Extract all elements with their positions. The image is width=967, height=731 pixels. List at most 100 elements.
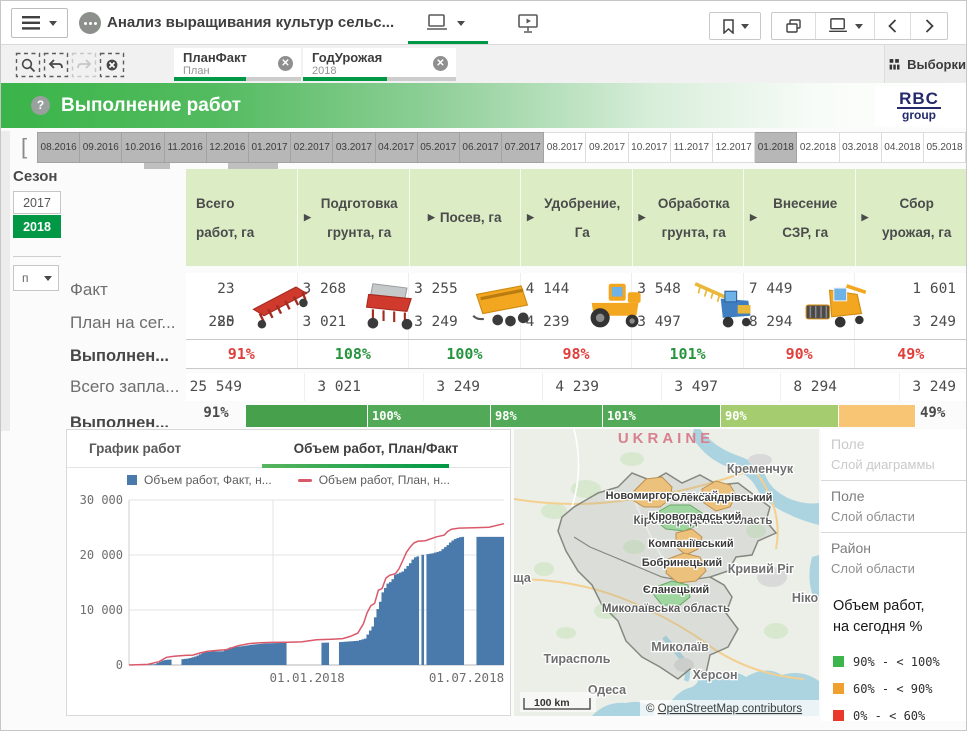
combo-chart[interactable]: 010 00020 00030 00001.01.201801.07.2018 (67, 492, 510, 717)
fact-value[interactable]: 1 601 (855, 273, 966, 306)
fact-bar[interactable] (486, 537, 489, 665)
fact-bar[interactable] (346, 642, 349, 665)
value-cell-col5[interactable]: 3 5483 497 (631, 273, 743, 339)
planned-total-col6[interactable]: 8 294 (780, 373, 899, 401)
month-cell-05.2017[interactable]: 05.2017 (418, 132, 460, 163)
fact-bar[interactable] (451, 541, 454, 665)
fact-bar[interactable] (256, 644, 259, 665)
done-pct-col3[interactable]: 100% (408, 340, 520, 368)
fact-bar[interactable] (389, 582, 392, 665)
fact-bar[interactable] (199, 654, 202, 665)
month-cell-03.2017[interactable]: 03.2017 (333, 132, 375, 163)
month-cell-04.2018[interactable]: 04.2018 (882, 132, 924, 163)
done-pct-col1[interactable]: 91% (186, 340, 297, 368)
step-back-button[interactable] (43, 52, 69, 78)
fact-bar[interactable] (396, 574, 399, 665)
fact-bar[interactable] (386, 584, 389, 665)
fact-bar[interactable] (326, 643, 329, 665)
fact-bar[interactable] (431, 553, 434, 665)
fact-bar[interactable] (261, 644, 264, 665)
fact-bar[interactable] (284, 643, 287, 665)
fact-bar[interactable] (409, 563, 412, 665)
fact-bar[interactable] (251, 645, 254, 665)
fact-bar[interactable] (376, 609, 379, 665)
fact-bar[interactable] (426, 554, 429, 665)
done-pct-col7[interactable]: 49% (854, 340, 966, 368)
fact-bar[interactable] (356, 641, 359, 665)
planned-total-col1[interactable]: 25 549 (186, 373, 304, 401)
fact-bar[interactable] (411, 560, 414, 665)
month-cell-12.2017[interactable]: 12.2017 (713, 132, 755, 163)
month-cell-08.2017[interactable]: 08.2017 (544, 132, 586, 163)
value-cell-col7[interactable]: 1 6013 249 (854, 273, 966, 339)
fact-bar[interactable] (499, 537, 502, 665)
value-cell-col1[interactable]: 23 28025 549 (186, 273, 297, 339)
fact-bar[interactable] (229, 647, 232, 665)
column-header-3[interactable]: ▶Посев, га (409, 169, 521, 266)
fact-bar[interactable] (194, 657, 197, 665)
month-cell-12.2016[interactable]: 12.2016 (207, 132, 249, 163)
fact-bar[interactable] (189, 658, 192, 665)
done-pct-col6[interactable]: 90% (743, 340, 855, 368)
done-pct-col4[interactable]: 98% (520, 340, 632, 368)
planned-total-col4[interactable]: 4 239 (542, 373, 661, 401)
fact-bar[interactable] (416, 556, 419, 665)
chip-clear-icon[interactable]: ✕ (433, 56, 448, 71)
fact-bar[interactable] (181, 659, 184, 665)
fact-bar[interactable] (374, 617, 377, 665)
fact-bar[interactable] (399, 573, 402, 665)
fact-bar[interactable] (459, 537, 462, 665)
tab-work-schedule[interactable]: График работ (67, 430, 242, 467)
fact-bar[interactable] (371, 627, 374, 666)
fact-bar[interactable] (379, 602, 382, 665)
fact-bar[interactable] (241, 646, 244, 665)
column-header-1[interactable]: Всего работ, га (186, 169, 297, 266)
fact-bar[interactable] (461, 537, 464, 665)
fact-bar[interactable] (324, 643, 327, 665)
prev-sheet-button[interactable] (874, 13, 911, 39)
layer-item-3[interactable]: РайонСлой области (821, 533, 967, 584)
sheet-selector-button[interactable] (815, 13, 874, 39)
fact-bar[interactable] (161, 661, 164, 665)
fact-bar[interactable] (366, 635, 369, 665)
fact-bar[interactable] (354, 641, 357, 665)
fact-bar[interactable] (214, 651, 217, 665)
fact-bar[interactable] (454, 539, 457, 665)
month-cell-10.2016[interactable]: 10.2016 (122, 132, 164, 163)
month-cell-05.2018[interactable]: 05.2018 (924, 132, 966, 163)
fact-bar[interactable] (151, 664, 154, 665)
chart-canvas[interactable]: 010 00020 00030 00001.01.201801.07.2018 (67, 492, 510, 712)
chip-clear-icon[interactable]: ✕ (278, 56, 293, 71)
fact-bar[interactable] (436, 552, 439, 665)
fact-bar[interactable] (169, 660, 172, 665)
fact-bar[interactable] (221, 651, 224, 665)
fact-bar[interactable] (496, 537, 499, 665)
filter-chip-ПланФакт[interactable]: ПланФактПлан✕ (174, 48, 301, 81)
filter-chip-ГодУрожая[interactable]: ГодУрожая2018✕ (303, 48, 456, 81)
fact-bar[interactable] (206, 652, 209, 665)
month-cell-04.2017[interactable]: 04.2017 (376, 132, 418, 163)
planned-total-col5[interactable]: 3 497 (661, 373, 780, 401)
month-cell-09.2016[interactable]: 09.2016 (80, 132, 122, 163)
fact-bar[interactable] (321, 643, 324, 665)
fact-bar[interactable] (444, 547, 447, 665)
fact-bar[interactable] (359, 640, 362, 665)
fact-bar[interactable] (224, 650, 227, 665)
fact-bar[interactable] (456, 538, 459, 665)
month-cell-01.2018[interactable]: 01.2018 (755, 132, 797, 163)
value-cell-col3[interactable]: 3 2553 249 (408, 273, 520, 339)
fact-bar[interactable] (196, 656, 199, 665)
fact-bar[interactable] (216, 651, 219, 665)
fact-bar[interactable] (341, 642, 344, 665)
app-dots-icon[interactable] (79, 12, 101, 34)
fact-bar[interactable] (234, 647, 237, 665)
fact-bar[interactable] (266, 643, 269, 665)
fact-bar[interactable] (369, 631, 372, 665)
fact-bar[interactable] (439, 551, 442, 665)
fact-bar[interactable] (394, 575, 397, 665)
planned-total-col2[interactable]: 3 021 (304, 373, 423, 401)
done-pct-col5[interactable]: 101% (631, 340, 743, 368)
fact-bar[interactable] (501, 537, 504, 665)
fact-bar[interactable] (481, 537, 484, 665)
clear-selections-button[interactable] (99, 52, 125, 78)
